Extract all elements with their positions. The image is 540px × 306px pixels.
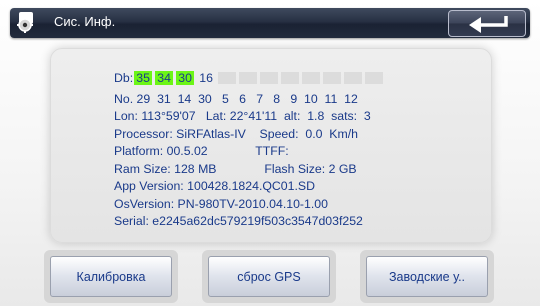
memory-readout: Ram Size: 128 MB Flash Size: 2 GB — [114, 162, 357, 176]
reset-gps-button[interactable]: сброс GPS — [208, 256, 330, 297]
processor-readout: Processor: SiRFAtlas-IV Speed: 0.0 Km/h — [114, 127, 358, 141]
platform-readout: Platform: 00.5.02 TTFF: — [114, 144, 289, 158]
signal-bar: 16 — [199, 71, 213, 85]
back-button[interactable] — [448, 10, 526, 37]
signal-strength-row: Db: 35 34 30 16 — [114, 70, 386, 86]
window-title: Сис. Инф. — [54, 14, 116, 29]
calibrate-button[interactable]: Калибровка — [50, 256, 172, 297]
signal-bar-empty — [260, 72, 279, 84]
signal-bar: 35 — [134, 71, 153, 85]
satellite-numbers: No. 29 31 14 30 5 6 7 8 9 10 11 12 — [114, 92, 358, 106]
signal-bar-empty — [323, 72, 342, 84]
signal-bar: 30 — [176, 71, 195, 85]
signal-bar: 34 — [155, 71, 174, 85]
signal-bar-empty — [218, 72, 237, 84]
screen: Сис. Инф. Db: 35 34 30 16 No. 29 31 14 3… — [0, 0, 540, 306]
signal-bar-empty — [302, 72, 321, 84]
signal-bar-empty — [344, 72, 363, 84]
app-version: App Version: 100428.1824.QC01.SD — [114, 179, 315, 193]
signal-label: Db: — [114, 71, 134, 85]
back-arrow-icon — [469, 16, 508, 33]
position-readout: Lon: 113°59'07 Lat: 22°41'11 alt: 1.8 sa… — [114, 109, 371, 123]
signal-bar-empty — [239, 72, 258, 84]
factory-settings-button[interactable]: Заводские у.. — [366, 256, 488, 297]
settings-icon[interactable] — [16, 11, 38, 33]
signal-bar-empty — [281, 72, 300, 84]
os-version: OsVersion: PN-980TV-2010.04.10-1.00 — [114, 197, 328, 211]
signal-bar-empty — [365, 72, 384, 84]
serial-number: Serial: e2245a62dc579219f503c3547d03f252 — [114, 214, 363, 228]
